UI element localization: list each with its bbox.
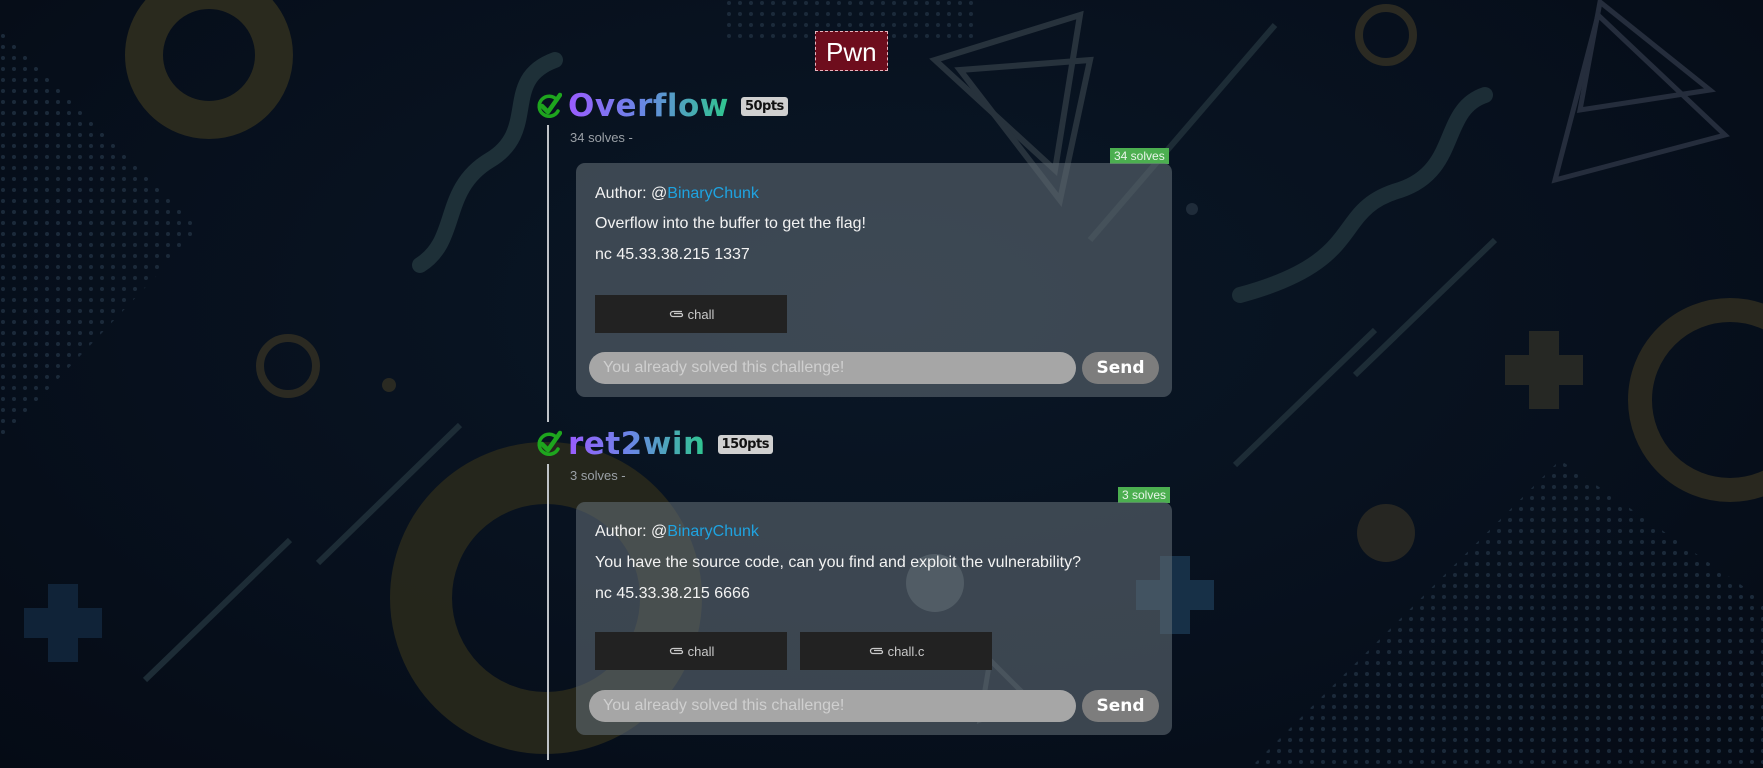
timeline-line <box>547 125 549 422</box>
file-download-button[interactable]: chall <box>595 632 787 670</box>
challenge-card: Author: @BinaryChunk Overflow into the b… <box>576 163 1172 397</box>
flag-input[interactable] <box>589 352 1076 384</box>
solves-badge: 3 solves <box>1118 487 1171 503</box>
file-download-button[interactable]: chall.c <box>800 632 992 670</box>
paperclip-icon <box>669 647 683 655</box>
author-prefix: Author: @ <box>595 523 668 540</box>
solves-count: 3 solves - <box>570 468 626 483</box>
paperclip-icon <box>869 647 883 655</box>
challenge-title[interactable]: Overflow <box>568 88 729 124</box>
challenge-header[interactable]: ret2win 150pts <box>536 424 773 464</box>
author-line: Author: @BinaryChunk <box>595 185 759 203</box>
flag-input[interactable] <box>589 690 1076 722</box>
connection-info: nc 45.33.38.215 6666 <box>595 585 750 602</box>
file-name: chall.c <box>887 643 925 659</box>
check-icon <box>537 92 562 118</box>
send-button[interactable]: Send <box>1082 352 1159 384</box>
author-line: Author: @BinaryChunk <box>595 523 759 541</box>
send-button[interactable]: Send <box>1082 690 1159 722</box>
file-name: chall <box>687 643 715 659</box>
check-icon <box>537 430 562 456</box>
solves-badge: 34 solves <box>1110 148 1169 164</box>
file-name: chall <box>687 306 715 322</box>
challenge-header[interactable]: Overflow 50pts <box>536 86 788 126</box>
points-badge: 50pts <box>740 96 788 116</box>
challenge-description: You have the source code, can you find a… <box>595 554 1081 571</box>
solves-count: 34 solves - <box>570 130 633 145</box>
challenge-description: Overflow into the buffer to get the flag… <box>595 215 866 232</box>
points-badge: 150pts <box>717 434 773 454</box>
connection-info: nc 45.33.38.215 1337 <box>595 246 750 263</box>
author-prefix: Author: @ <box>595 185 668 202</box>
challenge-card: Author: @BinaryChunk You have the source… <box>576 502 1172 735</box>
author-link[interactable]: BinaryChunk <box>667 185 759 202</box>
author-link[interactable]: BinaryChunk <box>667 523 759 540</box>
challenge-title[interactable]: ret2win <box>568 426 706 462</box>
file-download-button[interactable]: chall <box>595 295 787 333</box>
category-label: Pwn <box>815 31 888 71</box>
paperclip-icon <box>669 310 683 318</box>
timeline-line <box>547 464 549 760</box>
